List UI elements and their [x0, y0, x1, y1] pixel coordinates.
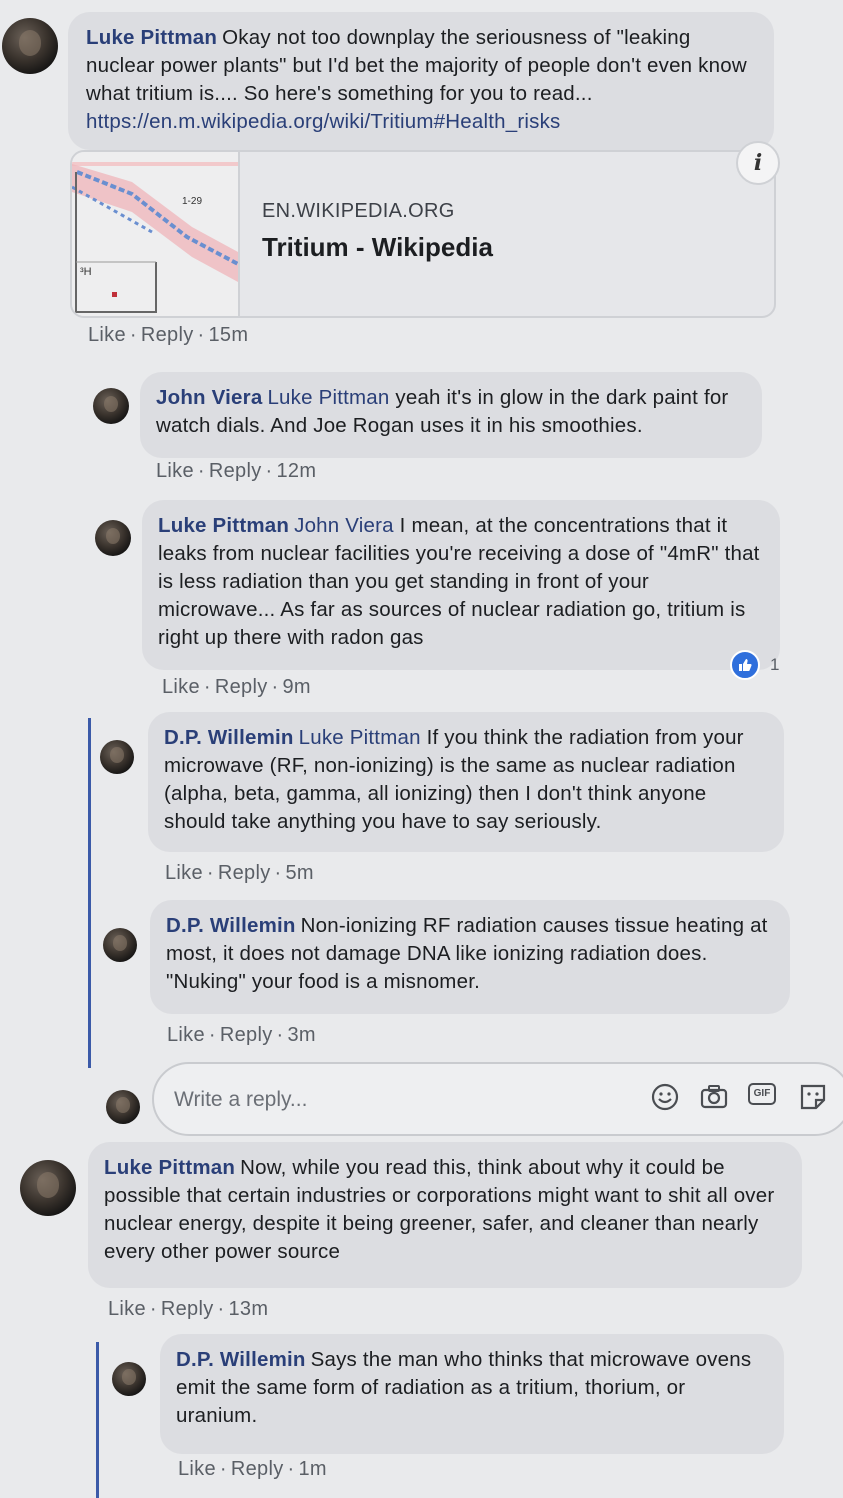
like-link[interactable]: Like — [108, 1298, 146, 1320]
avatar-luke-pittman[interactable] — [2, 18, 58, 74]
reply-box[interactable]: GIF — [152, 1062, 843, 1136]
comment-author[interactable]: Luke Pittman — [104, 1156, 235, 1179]
sticker-icon[interactable] — [798, 1082, 828, 1112]
reaction-count: 1 — [770, 655, 780, 674]
comment-timestamp[interactable]: 1m — [298, 1458, 326, 1480]
avatar-luke-pittman[interactable] — [95, 520, 131, 556]
like-link[interactable]: Like — [88, 324, 126, 346]
reply-link[interactable]: Reply — [218, 862, 271, 884]
like-link[interactable]: Like — [178, 1458, 216, 1480]
link-preview-title[interactable]: Tritium - Wikipedia — [262, 232, 493, 263]
comment-actions: Like · Reply · 9m — [162, 676, 311, 698]
avatar-luke-pittman[interactable] — [20, 1160, 76, 1216]
avatar-dp-willemin[interactable] — [100, 740, 134, 774]
comment-timestamp[interactable]: 12m — [276, 460, 316, 482]
comment-actions: Like · Reply · 3m — [167, 1024, 316, 1046]
comment-author[interactable]: D.P. Willemin — [164, 726, 294, 749]
link-preview-card[interactable]: 1-29 ³H EN.WIKIPEDIA.ORG Tritium - Wikip… — [70, 150, 776, 318]
info-icon[interactable]: i — [736, 141, 780, 185]
reply-link[interactable]: Reply — [141, 324, 194, 346]
comment-bubble: D.P. Willemin Non-ionizing RF radiation c… — [150, 900, 790, 1014]
comment-timestamp[interactable]: 15m — [208, 324, 248, 346]
comment-author[interactable]: Luke Pittman — [158, 514, 289, 537]
thread-line — [88, 718, 91, 1068]
comment-link[interactable]: https://en.m.wikipedia.org/wiki/Tritium#… — [86, 110, 560, 133]
comment-bubble: Luke Pittman Now, while you read this, th… — [88, 1142, 802, 1288]
comment-actions: Like · Reply · 12m — [156, 460, 317, 482]
reply-link[interactable]: Reply — [209, 460, 262, 482]
thumbs-up-icon — [730, 650, 760, 680]
thumb-label: ³H — [80, 266, 92, 278]
thumb-label: 1-29 — [182, 196, 203, 207]
like-link[interactable]: Like — [156, 460, 194, 482]
comment-author[interactable]: D.P. Willemin — [166, 914, 296, 937]
avatar-john-viera[interactable] — [93, 388, 129, 424]
comment-author[interactable]: John Viera — [156, 386, 262, 409]
comment-bubble: Luke Pittman John Viera I mean, at the co… — [142, 500, 780, 670]
gif-label: GIF — [753, 1088, 771, 1099]
avatar-current-user — [106, 1090, 140, 1124]
reply-link[interactable]: Reply — [215, 676, 268, 698]
thread-line — [96, 1342, 99, 1498]
reply-link[interactable]: Reply — [220, 1024, 273, 1046]
link-preview-thumbnail: 1-29 ³H — [72, 152, 240, 316]
avatar-dp-willemin[interactable] — [103, 928, 137, 962]
reaction-summary[interactable]: 1 — [730, 650, 779, 680]
comment-bubble: D.P. Willemin Luke Pittman If you think t… — [148, 712, 784, 852]
comment-timestamp[interactable]: 13m — [228, 1298, 268, 1320]
comment-mention[interactable]: John Viera — [294, 514, 394, 537]
comment-actions: Like · Reply · 5m — [165, 862, 314, 884]
comment-timestamp[interactable]: 9m — [282, 676, 310, 698]
comment-mention[interactable]: Luke Pittman — [267, 386, 389, 409]
link-preview-domain: EN.WIKIPEDIA.ORG — [262, 200, 455, 222]
like-link[interactable]: Like — [165, 862, 203, 884]
like-link[interactable]: Like — [167, 1024, 205, 1046]
avatar-dp-willemin[interactable] — [112, 1362, 146, 1396]
comment-bubble: Luke Pittman Okay not too downplay the se… — [68, 12, 774, 150]
camera-icon[interactable] — [699, 1082, 729, 1112]
emoji-icon[interactable] — [650, 1082, 680, 1112]
comment-actions: Like · Reply · 1m — [178, 1458, 327, 1480]
comment-actions: Like · Reply · 15m — [88, 324, 249, 346]
comment-timestamp[interactable]: 5m — [285, 862, 313, 884]
comment-author[interactable]: Luke Pittman — [86, 26, 217, 49]
comment-bubble: D.P. Willemin Says the man who thinks tha… — [160, 1334, 784, 1454]
comment-actions: Like · Reply · 13m — [108, 1298, 269, 1320]
like-link[interactable]: Like — [162, 676, 200, 698]
comment-timestamp[interactable]: 3m — [287, 1024, 315, 1046]
reply-input[interactable] — [172, 1082, 636, 1118]
reply-link[interactable]: Reply — [161, 1298, 214, 1320]
reply-link[interactable]: Reply — [231, 1458, 284, 1480]
gif-icon[interactable]: GIF — [748, 1083, 776, 1105]
comment-bubble: John Viera Luke Pittman yeah it's in glow… — [140, 372, 762, 458]
comment-author[interactable]: D.P. Willemin — [176, 1348, 306, 1371]
comment-mention[interactable]: Luke Pittman — [299, 726, 421, 749]
